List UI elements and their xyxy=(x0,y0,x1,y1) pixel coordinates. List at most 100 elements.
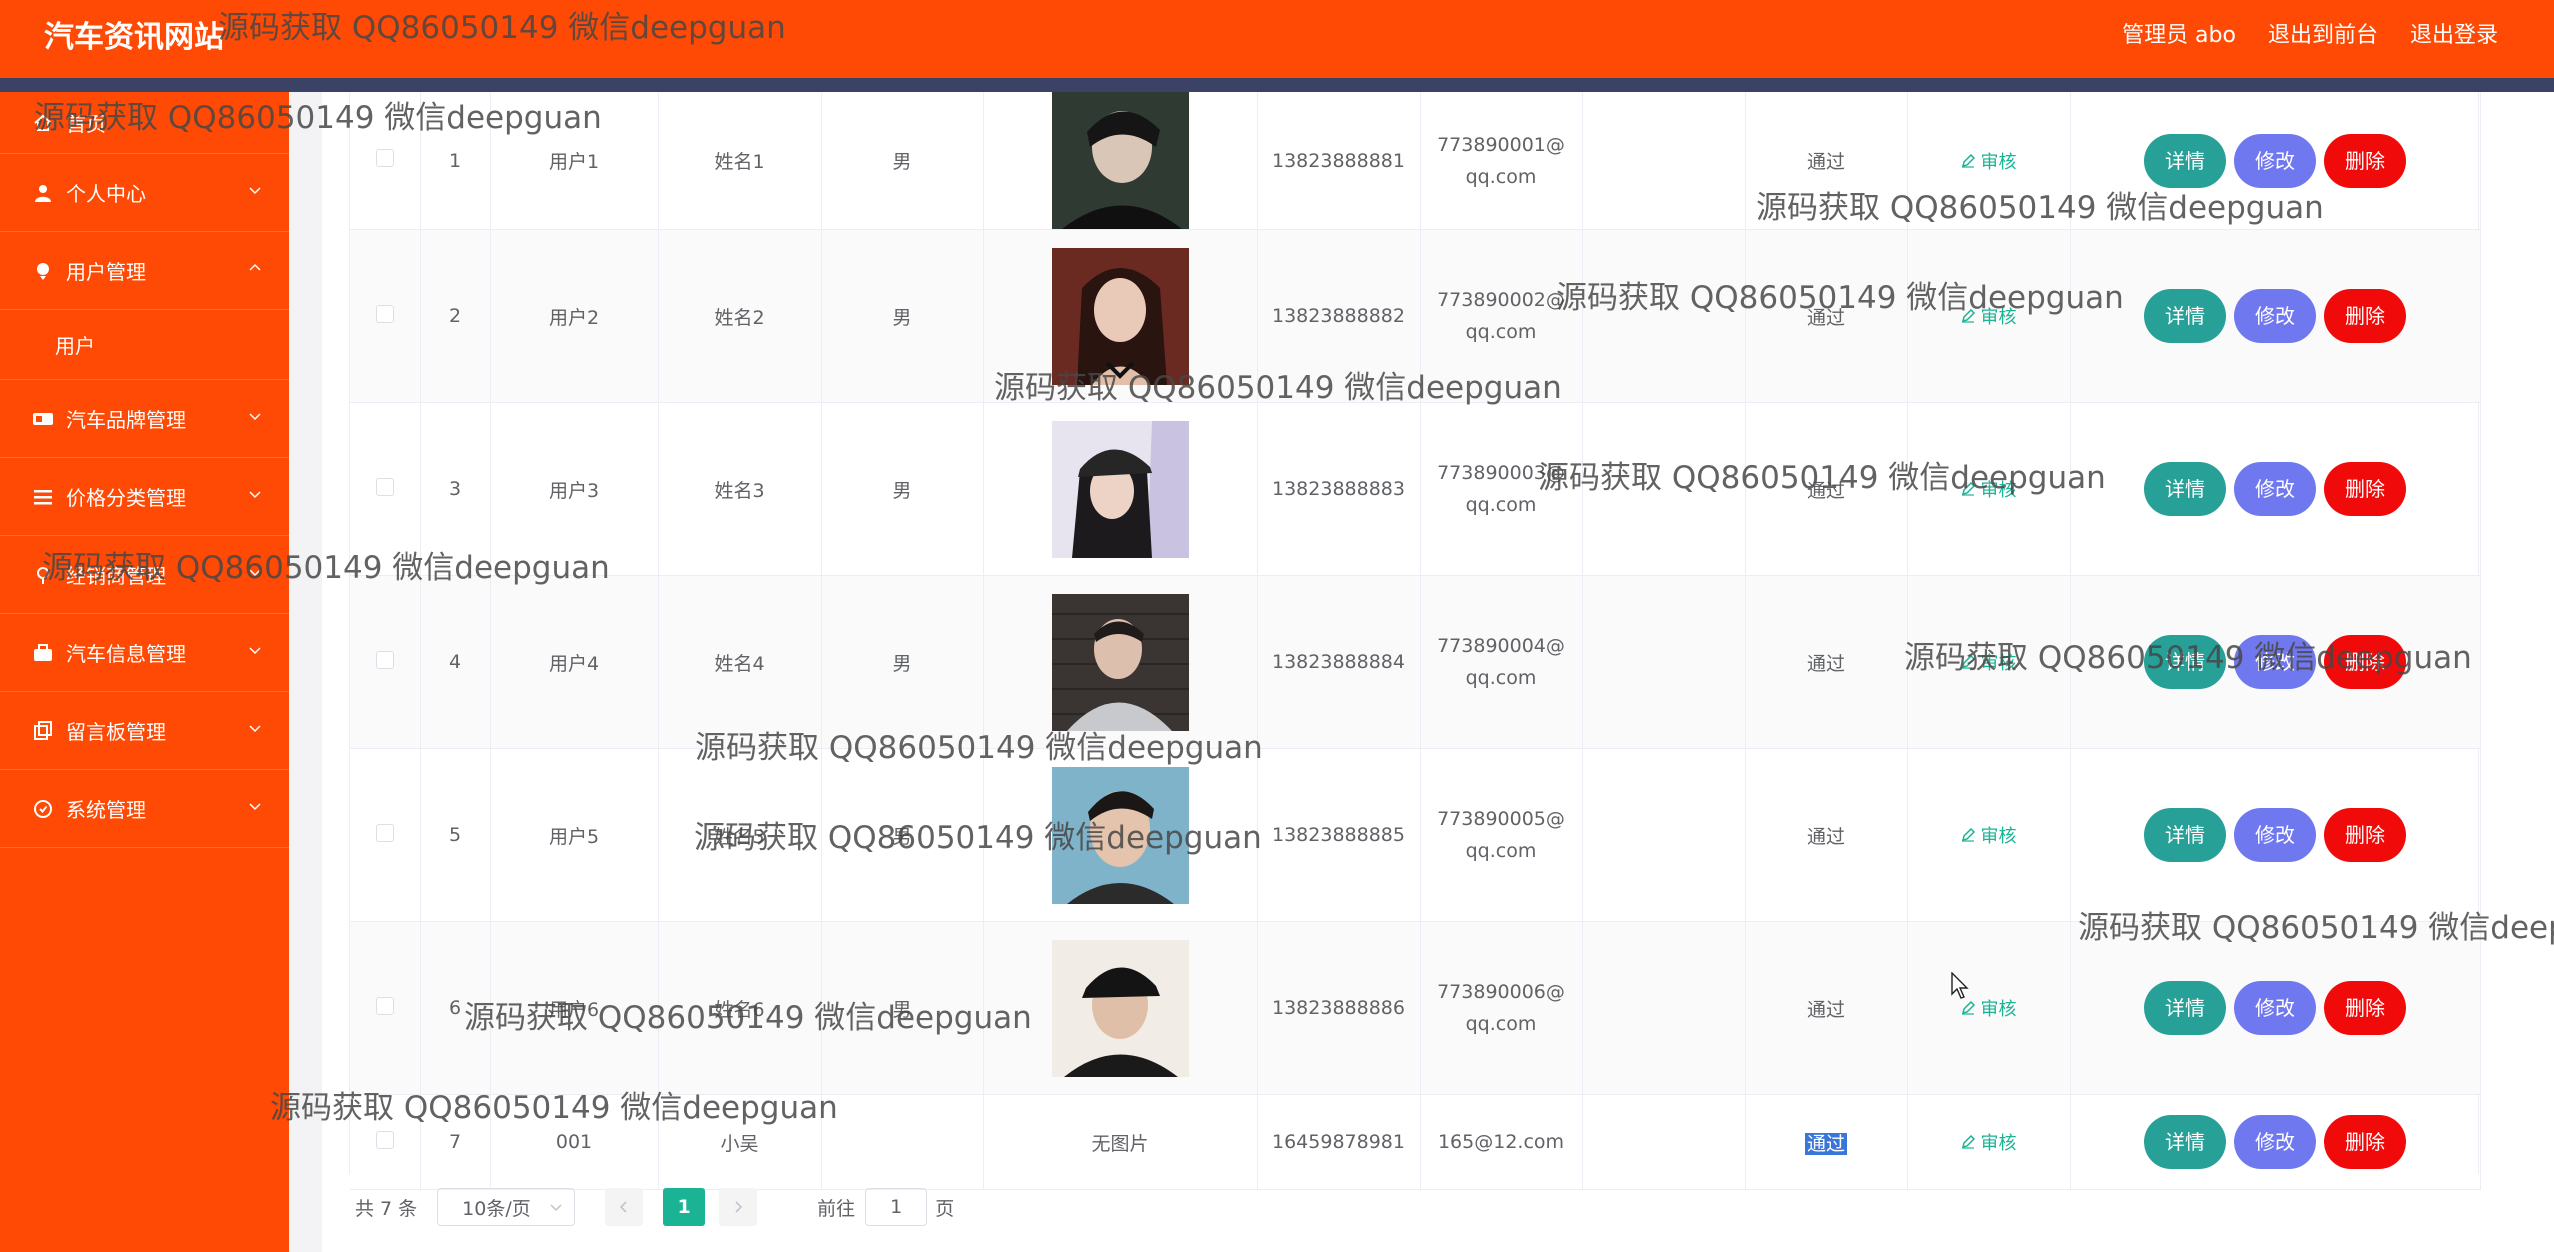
to-front-link[interactable]: 退出到前台 xyxy=(2268,18,2378,54)
audit-cell: 审核 xyxy=(1907,229,2071,403)
row-checkbox[interactable] xyxy=(375,996,394,1015)
table-row: 3 用户3 姓名3 男 13823888883 773890003@qq.com 通过 审核 详… xyxy=(350,402,2481,576)
edit-icon xyxy=(1961,309,1975,323)
avatar-photo xyxy=(1051,939,1189,1077)
next-page-button[interactable] xyxy=(719,1188,758,1226)
audit-button[interactable]: 审核 xyxy=(1961,649,2017,675)
total-count: 共 7 条 xyxy=(355,1197,418,1220)
delete-button[interactable]: 删除 xyxy=(2324,133,2406,188)
detail-button[interactable]: 详情 xyxy=(2144,635,2226,689)
photo-cell xyxy=(983,229,1258,403)
status-text: 通过 xyxy=(1804,1132,1847,1155)
logout-link[interactable]: 退出登录 xyxy=(2410,18,2498,54)
row-index: 2 xyxy=(420,229,491,403)
table-row: 7 001 小吴 无图片 16459878981 165@12.com 通过 审核 详情 修改 删除 xyxy=(350,1094,2481,1190)
admin-label[interactable]: 管理员 abo xyxy=(2122,18,2236,54)
row-checkbox[interactable] xyxy=(375,149,394,167)
delete-button[interactable]: 删除 xyxy=(2324,289,2406,343)
audit-label: 审核 xyxy=(1980,1133,2017,1154)
sidebar-item-home[interactable]: 首页 xyxy=(0,92,289,154)
sidebar-item-brand[interactable]: 汽车品牌管理 xyxy=(0,380,289,458)
email-cell: 773890001@qq.com xyxy=(1420,92,1583,230)
photo-cell xyxy=(983,402,1258,576)
gender-cell xyxy=(821,1094,984,1190)
name-cell: 姓名6 xyxy=(658,921,822,1095)
delete-button[interactable]: 删除 xyxy=(2324,1115,2406,1169)
status-cell: 通过 xyxy=(1745,229,1908,403)
phone-cell: 13823888885 xyxy=(1257,748,1421,922)
delete-button[interactable]: 删除 xyxy=(2324,462,2406,516)
delete-button[interactable]: 删除 xyxy=(2324,981,2406,1035)
row-index: 4 xyxy=(420,575,491,749)
sidebar-item-label: 留言板管理 xyxy=(66,720,166,744)
audit-label: 审核 xyxy=(1980,999,2017,1020)
detail-button[interactable]: 详情 xyxy=(2144,1115,2226,1169)
page-size-value: 10条/页 xyxy=(462,1197,531,1220)
row-checkbox[interactable] xyxy=(375,304,394,323)
page-number-current[interactable]: 1 xyxy=(663,1188,706,1226)
table-row: 6 用户6 姓名6 男 13823888886 773890006@qq.com 通过 审核 详… xyxy=(350,921,2481,1095)
list-icon xyxy=(32,486,54,508)
audit-button[interactable]: 审核 xyxy=(1961,1129,2017,1155)
detail-button[interactable]: 详情 xyxy=(2144,133,2226,188)
table-row: 2 用户2 姓名2 男 13823888882 773890002@qq.com 通过 审核 详… xyxy=(350,229,2481,403)
gender-cell: 男 xyxy=(821,921,984,1095)
briefcase-icon xyxy=(32,642,54,664)
edit-button[interactable]: 修改 xyxy=(2234,462,2316,516)
delete-button[interactable]: 删除 xyxy=(2324,635,2406,689)
empty-cell xyxy=(1582,1094,1746,1190)
audit-button[interactable]: 审核 xyxy=(1961,822,2017,848)
name-cell: 姓名5 xyxy=(658,748,822,922)
email-text: 165@12.com xyxy=(1437,1131,1565,1153)
empty-cell xyxy=(1582,748,1746,922)
edit-button[interactable]: 修改 xyxy=(2234,981,2316,1035)
audit-button[interactable]: 审核 xyxy=(1961,476,2017,502)
copy-icon xyxy=(32,720,54,742)
detail-button[interactable]: 详情 xyxy=(2144,981,2226,1035)
audit-button[interactable]: 审核 xyxy=(1961,148,2017,174)
table-row: 1 用户1 姓名1 男 13823888881 773890001@qq.com 通过 审核 详… xyxy=(350,92,2481,230)
sidebar-item-label: 经销商管理 xyxy=(66,564,166,588)
detail-button[interactable]: 详情 xyxy=(2144,289,2226,343)
prev-page-button[interactable] xyxy=(605,1188,644,1226)
sidebar-item-price[interactable]: 价格分类管理 xyxy=(0,458,289,536)
edit-button[interactable]: 修改 xyxy=(2234,1115,2316,1169)
empty-cell xyxy=(1582,229,1746,403)
row-checkbox[interactable] xyxy=(375,1130,394,1149)
edit-button[interactable]: 修改 xyxy=(2234,289,2316,343)
row-index: 6 xyxy=(420,921,491,1095)
audit-button[interactable]: 审核 xyxy=(1961,303,2017,329)
empty-cell xyxy=(1582,92,1746,230)
site-title: 汽车资讯网站 xyxy=(44,20,224,55)
edit-button[interactable]: 修改 xyxy=(2234,808,2316,862)
actions-cell: 详情 修改 删除 xyxy=(2070,1094,2481,1190)
sidebar-item-message[interactable]: 留言板管理 xyxy=(0,692,289,770)
sidebar-item-system[interactable]: 系统管理 xyxy=(0,770,289,848)
row-checkbox[interactable] xyxy=(375,650,394,669)
status-cell: 通过 xyxy=(1745,575,1908,749)
edit-button[interactable]: 修改 xyxy=(2234,635,2316,689)
goto-label: 前往 xyxy=(817,1197,856,1220)
gender-cell: 男 xyxy=(821,575,984,749)
detail-button[interactable]: 详情 xyxy=(2144,462,2226,516)
sidebar-item-dealer[interactable]: 经销商管理 xyxy=(0,536,289,614)
sidebar-item-personal[interactable]: 个人中心 xyxy=(0,154,289,232)
sidebar-subitem-user[interactable]: 用户 xyxy=(0,310,289,380)
table-row: 4 用户4 姓名4 男 13823888884 773890004@qq.com 通过 审核 详… xyxy=(350,575,2481,749)
sidebar-item-user-mgmt[interactable]: 用户管理 xyxy=(0,232,289,310)
avatar-photo xyxy=(1051,247,1189,385)
sidebar-item-car-info[interactable]: 汽车信息管理 xyxy=(0,614,289,692)
delete-button[interactable]: 删除 xyxy=(2324,808,2406,862)
actions-cell: 详情 修改 删除 xyxy=(2070,92,2481,230)
page-size-select[interactable]: 10条/页 xyxy=(437,1188,576,1226)
top-nav: 管理员 abo 退出到前台 退出登录 xyxy=(2122,18,2498,54)
goto-suffix: 页 xyxy=(935,1197,955,1220)
edit-button[interactable]: 修改 xyxy=(2234,133,2316,188)
goto-page-input[interactable]: 1 xyxy=(865,1188,928,1226)
row-checkbox[interactable] xyxy=(375,823,394,842)
email-cell: 773890003@qq.com xyxy=(1420,402,1583,576)
detail-button[interactable]: 详情 xyxy=(2144,808,2226,862)
row-checkbox[interactable] xyxy=(375,477,394,496)
pagination: 共 7 条 10条/页 1 前往 1 页 xyxy=(355,1188,954,1226)
account-cell: 用户6 xyxy=(490,921,659,1095)
